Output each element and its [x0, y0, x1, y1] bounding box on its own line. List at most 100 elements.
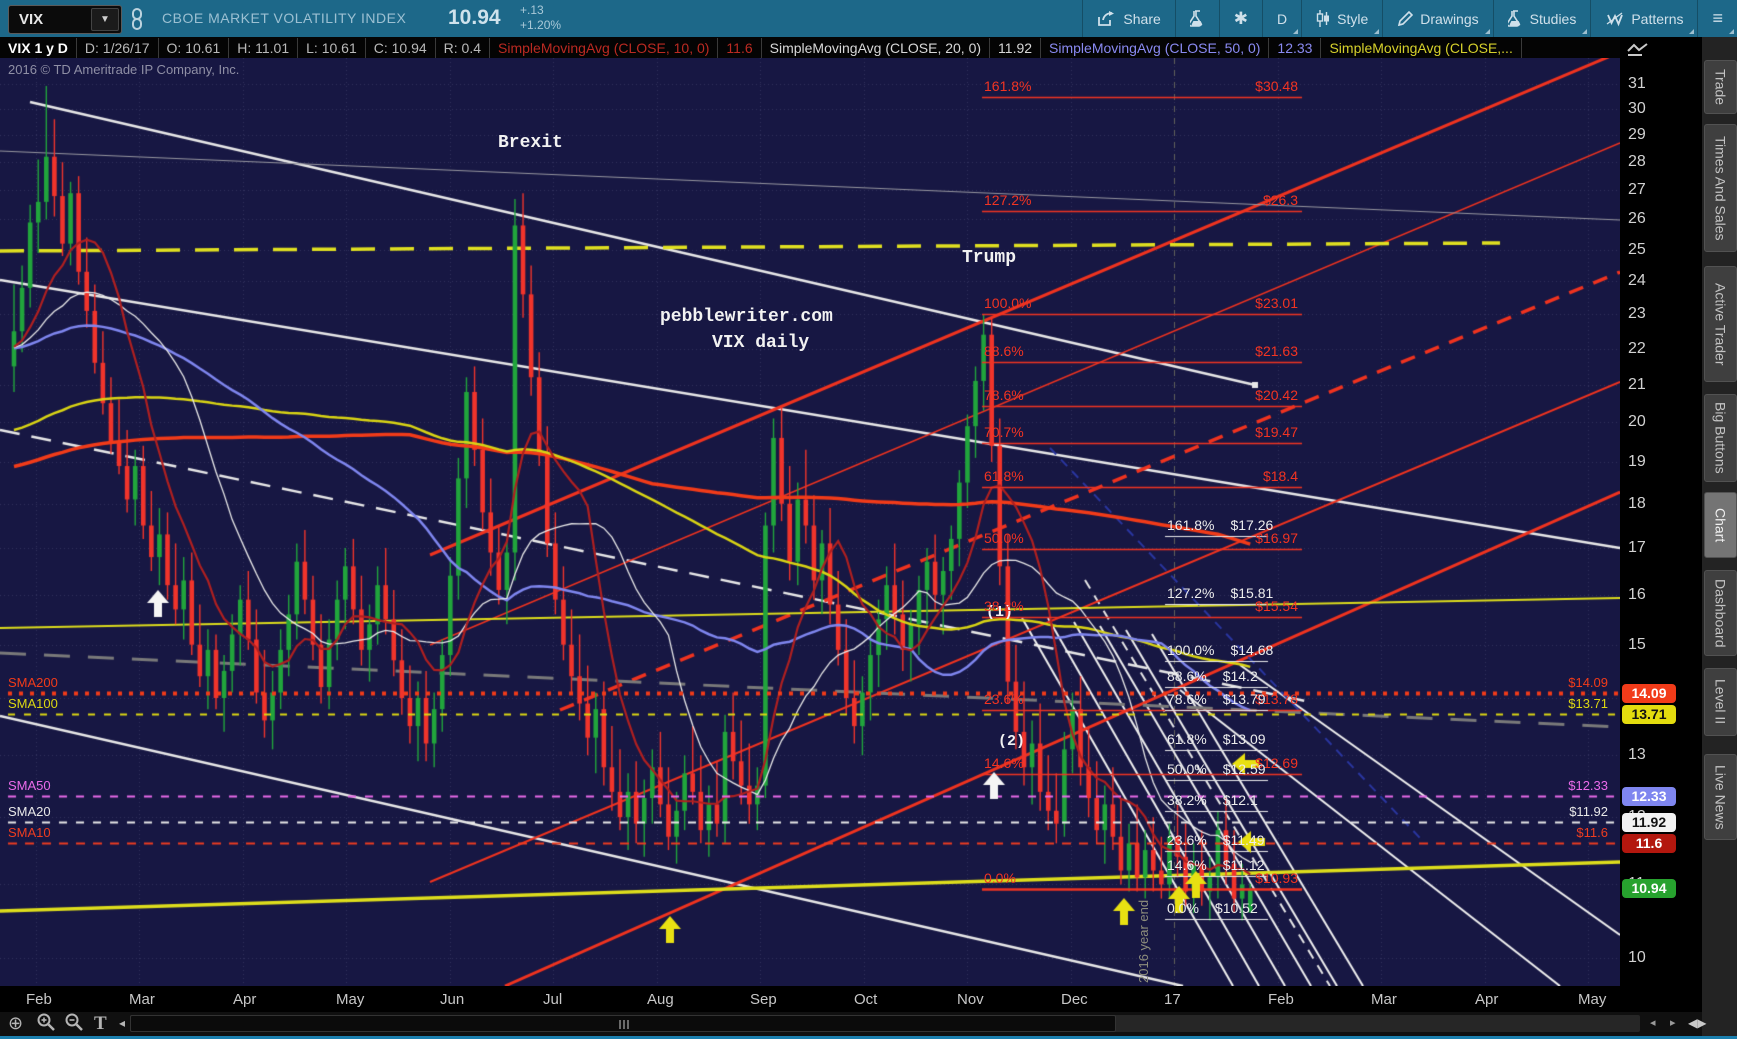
- fib2-price: $14.68: [1230, 642, 1273, 658]
- price-axis: 3130292827262524232221201918171615141312…: [1620, 37, 1702, 1012]
- studies-button[interactable]: Studies: [1493, 0, 1591, 37]
- fib1-price-label: $23.01: [1148, 295, 1298, 311]
- fib1-pct-label: 38.2%: [984, 598, 1024, 614]
- fib1-pct-label: 50.0%: [984, 530, 1024, 546]
- toolbar-button-label: Style: [1337, 11, 1368, 27]
- fib1-price-label: $20.42: [1148, 387, 1298, 403]
- header-field-12: 12.33: [1269, 38, 1321, 58]
- header-field-0: VIX 1 y D: [0, 38, 77, 58]
- text-tool-icon[interactable]: T: [94, 1013, 107, 1035]
- patterns-icon: [1605, 11, 1624, 27]
- price-tick-24: 24: [1628, 272, 1646, 290]
- menu-icon: ≡: [1712, 8, 1723, 29]
- dropdown-corner-caret: [1374, 29, 1379, 34]
- fib1-price-label: $18.4: [1148, 468, 1298, 484]
- price-bubble-13.71: 13.71: [1622, 705, 1676, 724]
- toolbar-button-label: Share: [1123, 11, 1160, 27]
- scroll-left-caret-icon[interactable]: ◂: [119, 1016, 125, 1030]
- pan-icon[interactable]: ⊕: [8, 1013, 23, 1034]
- month-label-10: Dec: [1061, 991, 1088, 1008]
- fib1-pct-label: 161.8%: [984, 78, 1031, 94]
- zoom-out-icon[interactable]: [64, 1012, 84, 1037]
- fib1-price-label: $30.48: [1148, 78, 1298, 94]
- sidebar-tab-active-trader[interactable]: Active Trader: [1704, 266, 1737, 382]
- fib2-row-label: 23.6%$11.49: [1167, 832, 1264, 848]
- fib2-row-label: 0.0% $10.52: [1167, 900, 1258, 916]
- scrollbar-thumb[interactable]: [130, 1015, 1116, 1032]
- fib1-pct-label: 61.8%: [984, 468, 1024, 484]
- top-toolbar: VIX ▼ CBOE MARKET VOLATILITY INDEX 10.94…: [0, 0, 1737, 37]
- fib2-price: $10.52: [1215, 900, 1258, 916]
- header-field-2: O: 10.61: [159, 38, 230, 58]
- chart-canvas[interactable]: [0, 58, 1620, 986]
- fib2-price: $12.1: [1223, 792, 1258, 808]
- month-label-6: Aug: [647, 991, 674, 1008]
- sidebar-tab-dashboard[interactable]: Dashboard: [1704, 570, 1737, 656]
- dropdown-corner-caret: [1293, 29, 1298, 34]
- symbol-dropdown[interactable]: VIX ▼: [8, 5, 122, 34]
- sidebar-tab-level-ii[interactable]: Level II: [1704, 668, 1737, 736]
- sidebar-tab-chart[interactable]: Chart: [1704, 492, 1737, 558]
- drawings-button[interactable]: Drawings: [1382, 0, 1492, 37]
- toolbar-button-label: D: [1277, 11, 1287, 27]
- fib2-pct: 0.0%: [1167, 900, 1199, 916]
- share-button[interactable]: Share: [1082, 0, 1174, 37]
- share-icon: [1097, 11, 1116, 27]
- header-field-13: SimpleMovingAvg (CLOSE,...: [1321, 38, 1521, 58]
- level-price-label: $11.6: [1488, 825, 1608, 840]
- fib2-pct: 50.0%: [1167, 761, 1207, 777]
- last-price: 10.94: [448, 6, 501, 30]
- price-tick-31: 31: [1628, 75, 1646, 93]
- scrollbar-grip-icon[interactable]: [619, 1020, 631, 1029]
- price-bubble-12.33: 12.33: [1622, 787, 1676, 806]
- scroll-step-left-icon[interactable]: ◂: [1650, 1016, 1656, 1029]
- price-tick-19: 19: [1628, 453, 1646, 471]
- fib2-price: $12.59: [1223, 761, 1266, 777]
- fib2-pct: 78.6%: [1167, 691, 1207, 707]
- settings-button[interactable]: ✱: [1219, 0, 1262, 37]
- scroll-step-right-icon[interactable]: ▸: [1670, 1016, 1676, 1029]
- level-price-label: $13.71: [1488, 696, 1608, 711]
- style-button[interactable]: Style: [1301, 0, 1382, 37]
- price-tick-28: 28: [1628, 153, 1646, 171]
- fib2-row-label: 61.8%$13.09: [1167, 731, 1266, 747]
- fib1-pct-label: 14.6%: [984, 755, 1024, 771]
- month-label-2: Apr: [233, 991, 256, 1008]
- price-tick-22: 22: [1628, 340, 1646, 358]
- style-icon: [1316, 10, 1330, 27]
- level-price-label: $12.33: [1488, 778, 1608, 793]
- time-scrollbar[interactable]: [130, 1015, 1640, 1032]
- menu-button[interactable]: ≡: [1697, 0, 1737, 37]
- sidebar-tab-big-buttons[interactable]: Big Buttons: [1704, 394, 1737, 482]
- anno-brexit: Brexit: [498, 133, 563, 153]
- patterns-button[interactable]: Patterns: [1590, 0, 1697, 37]
- expand-axis-icon[interactable]: ◀▶: [1688, 1016, 1706, 1030]
- quick-study-icon: [1190, 10, 1205, 27]
- level-caption-SMA100: SMA100: [8, 696, 58, 711]
- zoom-in-icon[interactable]: [36, 1012, 56, 1037]
- level-caption-SMA50: SMA50: [8, 778, 51, 793]
- sidebar-tab-trade[interactable]: Trade: [1704, 60, 1737, 114]
- price-tick-27: 27: [1628, 181, 1646, 199]
- sidebar-tab-live-news[interactable]: Live News: [1704, 754, 1737, 840]
- chevron-down-icon[interactable]: ▼: [91, 8, 119, 31]
- right-sidebar: Trade Times And Sales Active Trader Big But…: [1702, 37, 1737, 1036]
- month-label-15: May: [1578, 991, 1606, 1008]
- quick-study-button[interactable]: [1175, 0, 1219, 37]
- chart-plot-area[interactable]: 2016 © TD Ameritrade IP Company, Inc. Br…: [0, 58, 1620, 986]
- link-icon[interactable]: [130, 8, 144, 35]
- fib2-pct: 38.2%: [1167, 792, 1207, 808]
- price-bubble-11.6: 11.6: [1622, 834, 1676, 853]
- fib2-price: $13.79: [1223, 691, 1266, 707]
- fib2-row-label: 14.6%$11.12: [1167, 857, 1264, 873]
- timeframe-button[interactable]: D: [1262, 0, 1301, 37]
- fib2-pct: 14.6%: [1167, 857, 1207, 873]
- fib1-pct-label: 23.6%: [984, 691, 1024, 707]
- fib2-row-label: 38.2% $12.1: [1167, 792, 1258, 808]
- fib2-row-label: 100.0%$14.68: [1167, 642, 1273, 658]
- sidebar-tab-times-and-sales[interactable]: Times And Sales: [1704, 124, 1737, 252]
- price-tick-13: 13: [1628, 746, 1646, 764]
- fib1-pct-label: 100.0%: [984, 295, 1031, 311]
- reset-scale-icon[interactable]: [1626, 42, 1650, 62]
- header-field-1: D: 1/26/17: [77, 38, 159, 58]
